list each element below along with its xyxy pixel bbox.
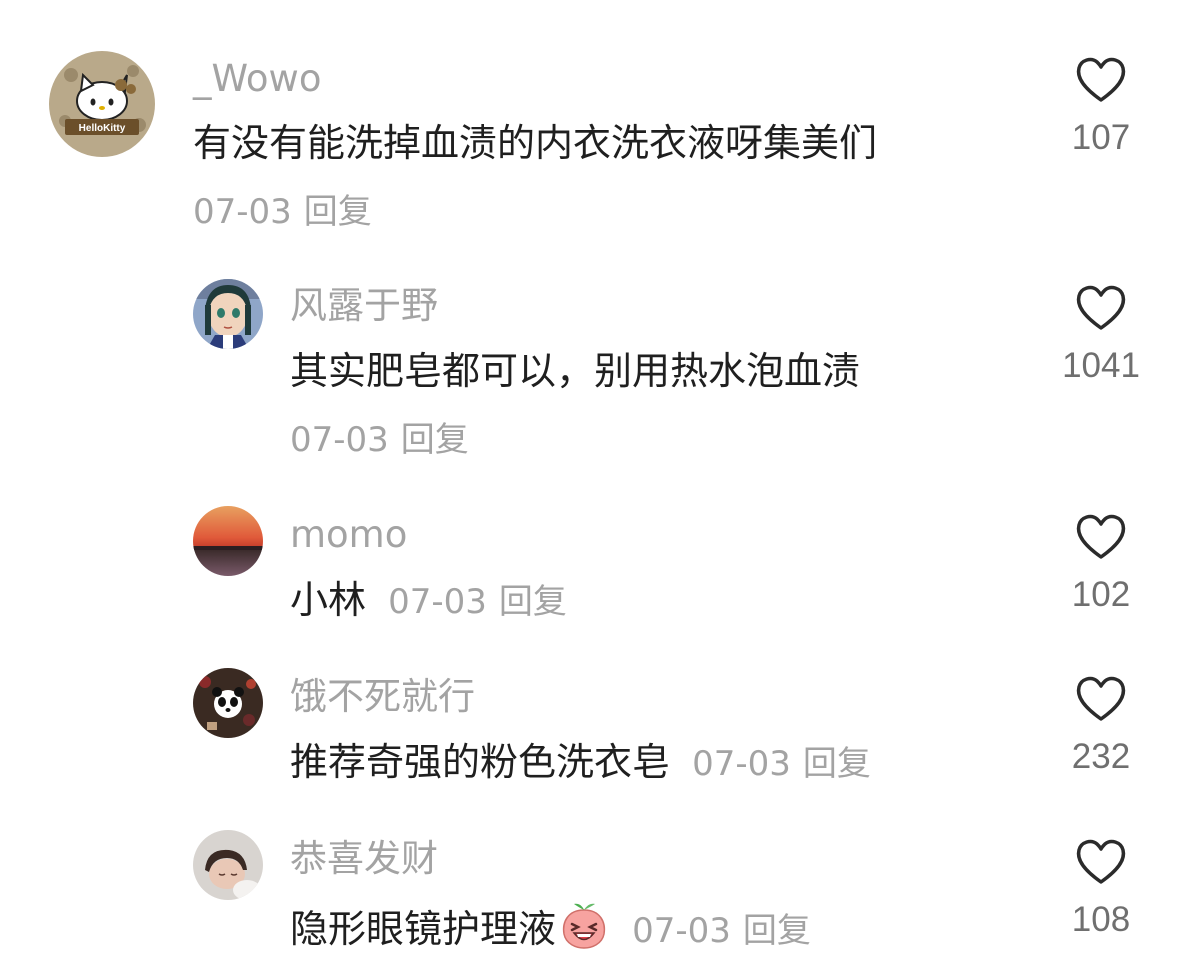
username[interactable]: 风露于野 — [290, 284, 438, 328]
like-control[interactable]: 108 — [1031, 838, 1171, 940]
avatar-logo-text: HelloKitty — [79, 123, 126, 134]
heart-outline-icon[interactable] — [1075, 56, 1127, 104]
comment-text: 隐形眼镜护理液 07-03 回复 — [290, 900, 811, 954]
comment-meta: 07-03 回复 — [290, 420, 469, 460]
like-control[interactable]: 107 — [1031, 56, 1171, 158]
heart-outline-icon[interactable] — [1075, 838, 1127, 886]
comment-date: 07-03 — [632, 911, 731, 951]
heart-outline-icon[interactable] — [1075, 284, 1127, 332]
heart-outline-icon[interactable] — [1075, 513, 1127, 561]
comment-date: 07-03 — [692, 744, 791, 784]
comment-text: 有没有能洗掉血渍的内衣洗衣液呀集美们 — [193, 121, 878, 165]
like-control[interactable]: 232 — [1031, 675, 1171, 777]
laughing-peach-emoji-icon — [562, 903, 606, 949]
avatar[interactable]: HelloKitty — [49, 51, 155, 157]
comment-date: 07-03 — [388, 582, 487, 622]
like-count: 232 — [1071, 737, 1131, 776]
like-count: 1041 — [1062, 346, 1140, 385]
like-count: 107 — [1071, 118, 1131, 157]
comment-body: 推荐奇强的粉色洗衣皂 — [290, 740, 671, 784]
comment-text: 推荐奇强的粉色洗衣皂 07-03 回复 — [290, 739, 871, 787]
like-count: 102 — [1071, 575, 1131, 614]
like-count: 108 — [1071, 900, 1131, 939]
reply-button[interactable]: 回复 — [499, 582, 567, 622]
like-control[interactable]: 102 — [1031, 513, 1171, 615]
reply-button[interactable]: 回复 — [304, 192, 372, 232]
username[interactable]: 恭喜发财 — [290, 837, 438, 881]
username[interactable]: _Wowo — [193, 57, 321, 101]
avatar[interactable] — [193, 830, 263, 900]
avatar[interactable] — [193, 279, 263, 349]
comment-body: 隐形眼镜护理液 — [290, 907, 557, 951]
comment-text: 小林 07-03 回复 — [290, 577, 567, 625]
heart-outline-icon[interactable] — [1075, 675, 1127, 723]
avatar[interactable] — [193, 506, 263, 576]
comment-date: 07-03 — [290, 420, 389, 460]
like-control[interactable]: 1041 — [1031, 284, 1171, 386]
comment-meta: 07-03 回复 — [193, 192, 372, 232]
comment-list: HelloKitty _Wowo 有没有能洗掉血渍的内衣洗衣液呀集美们 07-0… — [0, 0, 1179, 980]
avatar[interactable] — [193, 668, 263, 738]
reply-button[interactable]: 回复 — [803, 744, 871, 784]
comment-body: 小林 — [290, 578, 367, 622]
username[interactable]: 饿不死就行 — [290, 675, 475, 719]
reply-button[interactable]: 回复 — [401, 420, 469, 460]
comment-date: 07-03 — [193, 192, 292, 232]
comment-text: 其实肥皂都可以，别用热水泡血渍 — [290, 349, 861, 393]
username[interactable]: momo — [290, 513, 407, 557]
reply-button[interactable]: 回复 — [743, 911, 811, 951]
